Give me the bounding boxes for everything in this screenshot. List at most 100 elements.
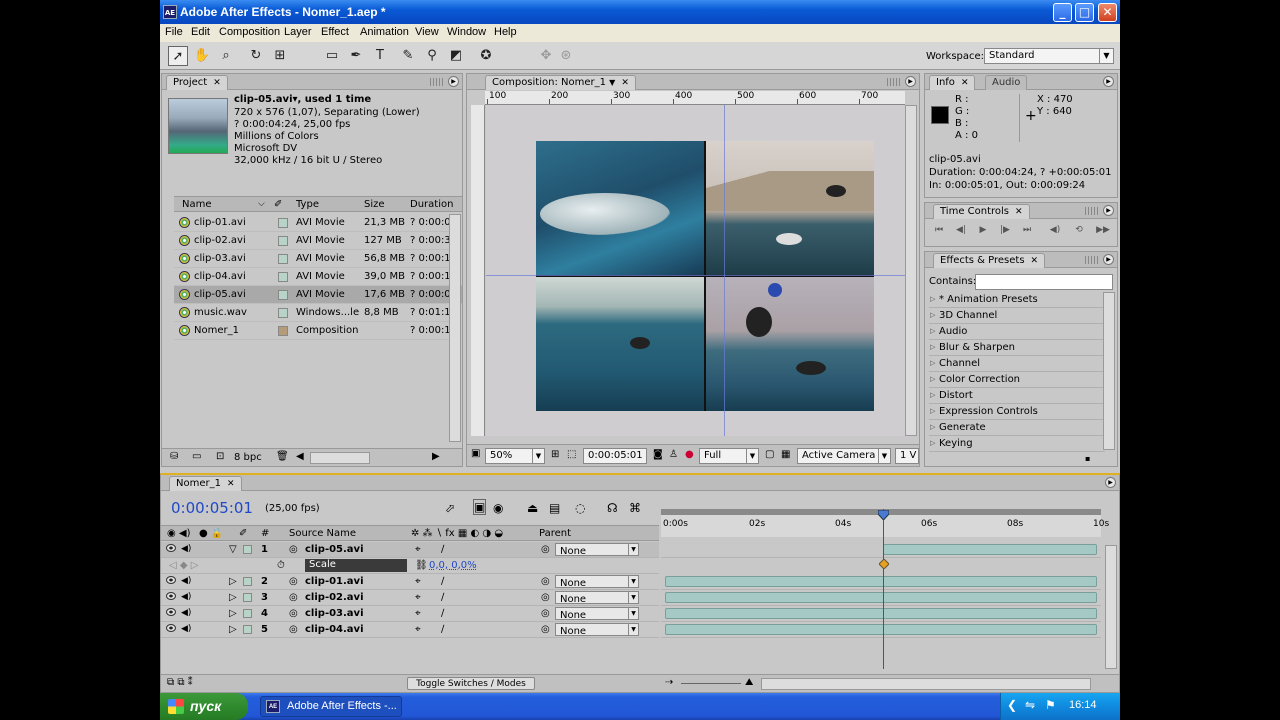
effects-category-item[interactable]: 3D Channel [929,308,1105,324]
guide-line[interactable] [724,105,725,436]
eraser-icon[interactable]: ◩ [446,46,466,66]
horizontal-scrollbar[interactable] [310,452,370,464]
layer-duration-bar[interactable] [665,624,1097,635]
new-preset-icon[interactable]: ▪ [1085,454,1090,463]
brush-tool-icon[interactable]: ✎ [398,46,418,66]
effects-category-item[interactable]: Distort [929,388,1105,404]
layer-name[interactable]: clip-03.avi [305,608,364,619]
close-icon[interactable]: ✕ [213,78,221,88]
panel-grip-icon[interactable] [887,78,901,86]
parent-select[interactable]: None ▼ [555,623,639,637]
column-layer-number[interactable]: # [261,528,269,539]
parent-select[interactable]: None ▼ [555,607,639,621]
toggle-switches-modes-button[interactable]: Toggle Switches / Modes [407,677,535,690]
composition-viewer[interactable] [486,105,905,436]
new-composition-icon[interactable]: ⊡ [216,451,224,462]
layer-row[interactable]: ◀) ▷ 4 ◎ clip-03.avi ⌖ ∕ ◎ None ▼ [161,606,659,622]
property-name[interactable]: Scale [305,559,407,572]
zoom-in-icon[interactable]: ⛰ [745,677,753,688]
guide-line[interactable] [486,275,905,276]
menu-animation[interactable]: Animation [360,26,409,38]
text-tool-icon[interactable]: T [370,46,390,66]
shy-switch-icon[interactable]: ⌖ [415,544,421,555]
audio-toggle-icon[interactable]: ◀) [1047,225,1063,237]
layer-name[interactable]: clip-01.avi [305,576,364,587]
axis-mode-icon[interactable]: ✥ [536,46,556,66]
speaker-icon[interactable]: ◀) [181,608,191,618]
scale-value[interactable]: 0,0, 0,0% [429,560,477,571]
pick-whip-icon[interactable]: ◎ [541,592,550,603]
live-update-icon[interactable]: ⬀ [445,501,455,515]
panel-grip-icon[interactable] [1085,207,1099,215]
column-parent[interactable]: Parent [539,528,571,539]
keyframe-nav-icon[interactable]: ◁ ◆ ▷ [169,560,198,571]
scroll-right-icon[interactable]: ▶ [432,451,440,462]
zoom-tool-icon[interactable]: ⌕ [216,46,236,66]
project-item-row[interactable]: clip-04.avi AVI Movie 39,0 MB? 0:00:1 [174,268,462,286]
first-frame-icon[interactable]: ⏮ [931,225,947,237]
label-color-swatch[interactable] [243,545,252,554]
selection-tool-icon[interactable]: ➚ [168,46,188,66]
solo-lock-icon[interactable]: ● 🔒 [199,528,223,539]
layer-duration-bar[interactable] [883,544,1097,555]
network-icon[interactable]: ⇋ [1025,698,1035,712]
pick-whip-icon[interactable]: ◎ [541,576,550,587]
mask-visibility-icon[interactable]: ⬚ [567,449,576,460]
close-icon[interactable]: ✕ [621,78,629,88]
panel-menu-icon[interactable]: ▶ [1103,76,1114,87]
label-color-swatch[interactable] [278,218,288,228]
trash-icon[interactable]: 🗑 [276,451,289,462]
project-item-row[interactable]: clip-05.avi AVI Movie 17,6 MB? 0:00:0 [174,286,462,304]
puppet-pin-icon[interactable]: ✪ [476,46,496,66]
project-item-row[interactable]: clip-02.avi AVI Movie 127 MB? 0:00:3 [174,232,462,250]
speaker-icon[interactable]: ◀) [181,544,191,554]
close-icon[interactable]: ✕ [961,78,969,88]
label-color-swatch[interactable] [278,326,288,336]
stopwatch-icon[interactable]: ⏱ [277,560,285,571]
current-time-display[interactable]: 0:00:05:01 [171,499,253,517]
frame-blending-icon[interactable]: ▤ [549,501,560,515]
hand-tool-icon[interactable]: ✋ [192,46,212,66]
chevron-right-icon[interactable]: ▷ [229,624,237,635]
clip-name[interactable]: clip-05.avi▾, used 1 time [234,94,371,105]
chevron-down-icon[interactable]: ▼ [609,78,615,87]
close-icon[interactable]: ✕ [1015,207,1023,217]
menu-layer[interactable]: Layer [284,26,312,38]
av-features-icon[interactable]: ◉ ◀) [167,528,191,539]
layer-duration-bar[interactable] [665,576,1097,587]
menu-edit[interactable]: Edit [191,26,210,38]
magnification-select[interactable]: 50% ▼ [485,448,545,464]
label-color-swatch[interactable] [278,272,288,282]
property-row-scale[interactable]: ◁ ◆ ▷ ⏱ Scale ⛓ 0,0, 0,0% [161,558,659,574]
tray-arrow-icon[interactable]: ❮ [1007,698,1017,712]
motion-blur-icon[interactable]: ◌ [575,501,585,515]
speaker-icon[interactable]: ◀) [181,576,191,586]
tab-project[interactable]: Project ✕ [166,75,228,90]
orbit-camera-icon[interactable]: ⊞ [270,46,290,66]
security-icon[interactable]: ⚑ [1045,698,1056,712]
safe-margins-icon[interactable]: ⊞ [551,449,559,460]
menu-effect[interactable]: Effect [321,26,349,38]
loop-icon[interactable]: ⟲ [1071,225,1087,237]
video-quadrant-bottom-left[interactable] [536,277,704,411]
effects-category-item[interactable]: Color Correction [929,372,1105,388]
layer-duration-bar[interactable] [665,608,1097,619]
parent-select[interactable]: None ▼ [555,591,639,605]
quality-switch-icon[interactable]: ∕ [441,592,444,603]
playhead-icon[interactable] [878,510,889,520]
close-button[interactable]: ✕ [1098,3,1117,22]
snapshot-icon[interactable]: ◙ [653,449,663,460]
comp-mini-flowchart-icon[interactable]: ▣ [473,499,487,515]
column-type[interactable]: Type [296,199,319,210]
project-item-row[interactable]: music.wav Windows...le 8,8 MB? 0:01:1 [174,304,462,322]
panel-menu-icon[interactable]: ▶ [1103,205,1114,216]
panel-menu-icon[interactable]: ▶ [1105,477,1116,488]
column-source-name[interactable]: Source Name [289,528,356,539]
view-layout-select[interactable]: 1 V [895,448,919,464]
menu-composition[interactable]: Composition [219,26,280,38]
quality-switch-icon[interactable]: ∕ [441,576,444,587]
project-item-row[interactable]: clip-03.avi AVI Movie 56,8 MB? 0:00:1 [174,250,462,268]
eye-icon[interactable] [166,608,176,616]
tab-effects-presets[interactable]: Effects & Presets ✕ [933,253,1046,268]
brainstorm-icon[interactable]: ☊ [607,501,618,515]
